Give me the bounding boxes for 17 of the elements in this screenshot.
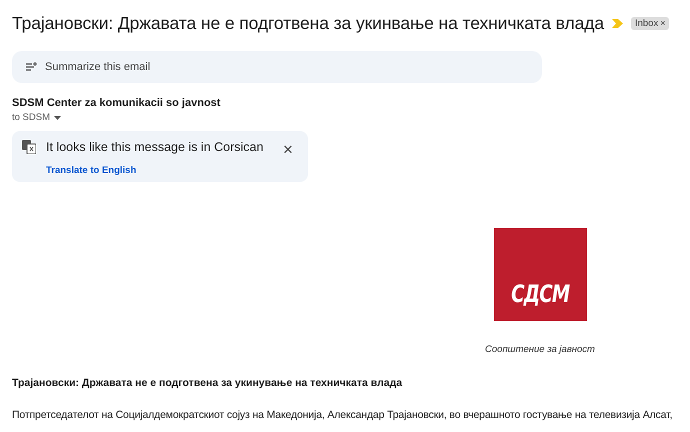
- logo-caption: Соопштение за јавност: [485, 344, 595, 355]
- inbox-label: Inbox ×: [630, 16, 670, 30]
- dropdown-caret-icon[interactable]: [54, 116, 62, 120]
- language-notice: It looks like this message is in Corsican: [46, 140, 264, 156]
- recipient-text: to SDSM: [12, 112, 50, 123]
- article-heading: Трајановски: Државата не е подготвена за укинување на техничката влада: [12, 377, 404, 389]
- translate-link[interactable]: Translate to English: [46, 164, 280, 182]
- summarize-button[interactable]: Summarize this email: [12, 51, 542, 83]
- remove-label-button[interactable]: ×: [660, 18, 666, 28]
- email-subject: Трајановски: Државата не е подготвена за укинвање на техничката влада: [12, 12, 604, 34]
- party-logo: СДСМ: [494, 228, 586, 321]
- importance-marker-icon[interactable]: [612, 18, 623, 28]
- close-button[interactable]: ×: [280, 140, 296, 160]
- translate-icon: [22, 140, 36, 154]
- sender-name: SDSM Center za komunikacii so javnost: [12, 97, 222, 109]
- summarize-icon: [26, 62, 37, 72]
- article-paragraph: Потпретседателот на Социјалдемократскиот сојуз на Македонија, Александар Трајановски, во вчерашното гостување на телевизија Алсат,: [12, 409, 674, 421]
